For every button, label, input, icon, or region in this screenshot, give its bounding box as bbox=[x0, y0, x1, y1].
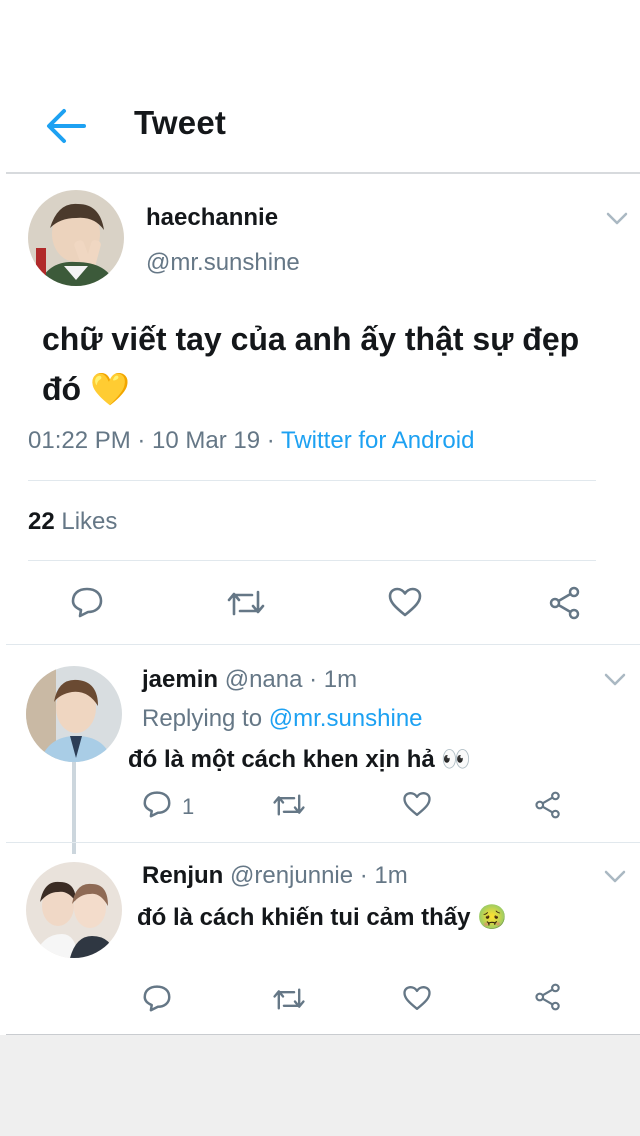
tweet-text: chữ viết tay của anh ấy thật sự đẹp đó 💛 bbox=[42, 321, 580, 407]
avatar[interactable] bbox=[26, 862, 122, 958]
reply-header: jaemin @nana · 1m bbox=[142, 666, 357, 694]
page-title: Tweet bbox=[134, 104, 227, 141]
reply-icon[interactable] bbox=[142, 984, 172, 1012]
tweet-meta: 01:22 PM · 10 Mar 19 · Twitter for Andro… bbox=[28, 427, 474, 455]
likes-count: 22 bbox=[28, 508, 55, 535]
reply-header: Renjun @renjunnie · 1m bbox=[142, 862, 408, 890]
divider bbox=[28, 480, 596, 481]
avatar[interactable] bbox=[26, 666, 122, 762]
divider bbox=[28, 560, 596, 561]
display-name[interactable]: jaemin bbox=[142, 666, 218, 693]
chevron-down-icon[interactable] bbox=[606, 212, 628, 226]
chevron-down-icon[interactable] bbox=[604, 673, 626, 687]
reply-icon[interactable] bbox=[70, 586, 104, 618]
tweet-timestamp: 01:22 PM · 10 Mar 19 · bbox=[28, 427, 282, 454]
bottom-area bbox=[0, 1035, 640, 1136]
chevron-down-icon[interactable] bbox=[604, 870, 626, 884]
replying-to: Replying to @mr.sunshine bbox=[142, 705, 423, 733]
share-icon[interactable] bbox=[534, 790, 562, 820]
top-bar: Tweet bbox=[6, 80, 640, 174]
share-icon[interactable] bbox=[534, 982, 562, 1012]
retweet-icon[interactable] bbox=[272, 792, 306, 818]
replying-to-handle[interactable]: @mr.sunshine bbox=[269, 705, 423, 732]
share-icon[interactable] bbox=[548, 586, 582, 620]
tweet-source-link[interactable]: Twitter for Android bbox=[281, 427, 474, 454]
replying-to-label: Replying to bbox=[142, 705, 269, 732]
retweet-icon[interactable] bbox=[272, 986, 306, 1012]
user-handle[interactable]: @nana · 1m bbox=[225, 666, 357, 693]
divider bbox=[6, 842, 640, 843]
display-name[interactable]: haechannie bbox=[146, 204, 278, 232]
user-handle[interactable]: @mr.sunshine bbox=[146, 249, 300, 277]
back-arrow-icon[interactable] bbox=[44, 106, 86, 146]
reply-text: đó là cách khiến tui cảm thấy 🤢 bbox=[137, 904, 507, 931]
display-name[interactable]: Renjun bbox=[142, 862, 223, 889]
retweet-icon[interactable] bbox=[226, 588, 266, 618]
divider bbox=[6, 644, 640, 645]
user-handle[interactable]: @renjunnie · 1m bbox=[230, 862, 408, 889]
reply-text: đó là một cách khen xịn hả 👀 bbox=[128, 746, 472, 773]
thread-line bbox=[72, 762, 76, 854]
heart-icon[interactable] bbox=[402, 984, 432, 1012]
heart-icon[interactable] bbox=[402, 790, 432, 818]
heart-icon[interactable] bbox=[387, 586, 423, 618]
avatar[interactable] bbox=[28, 190, 124, 286]
likes-label: Likes bbox=[61, 508, 118, 535]
reply-icon[interactable] bbox=[142, 790, 172, 818]
reply-count: 1 bbox=[182, 794, 195, 819]
likes-stat[interactable]: 22 Likes bbox=[28, 508, 117, 536]
